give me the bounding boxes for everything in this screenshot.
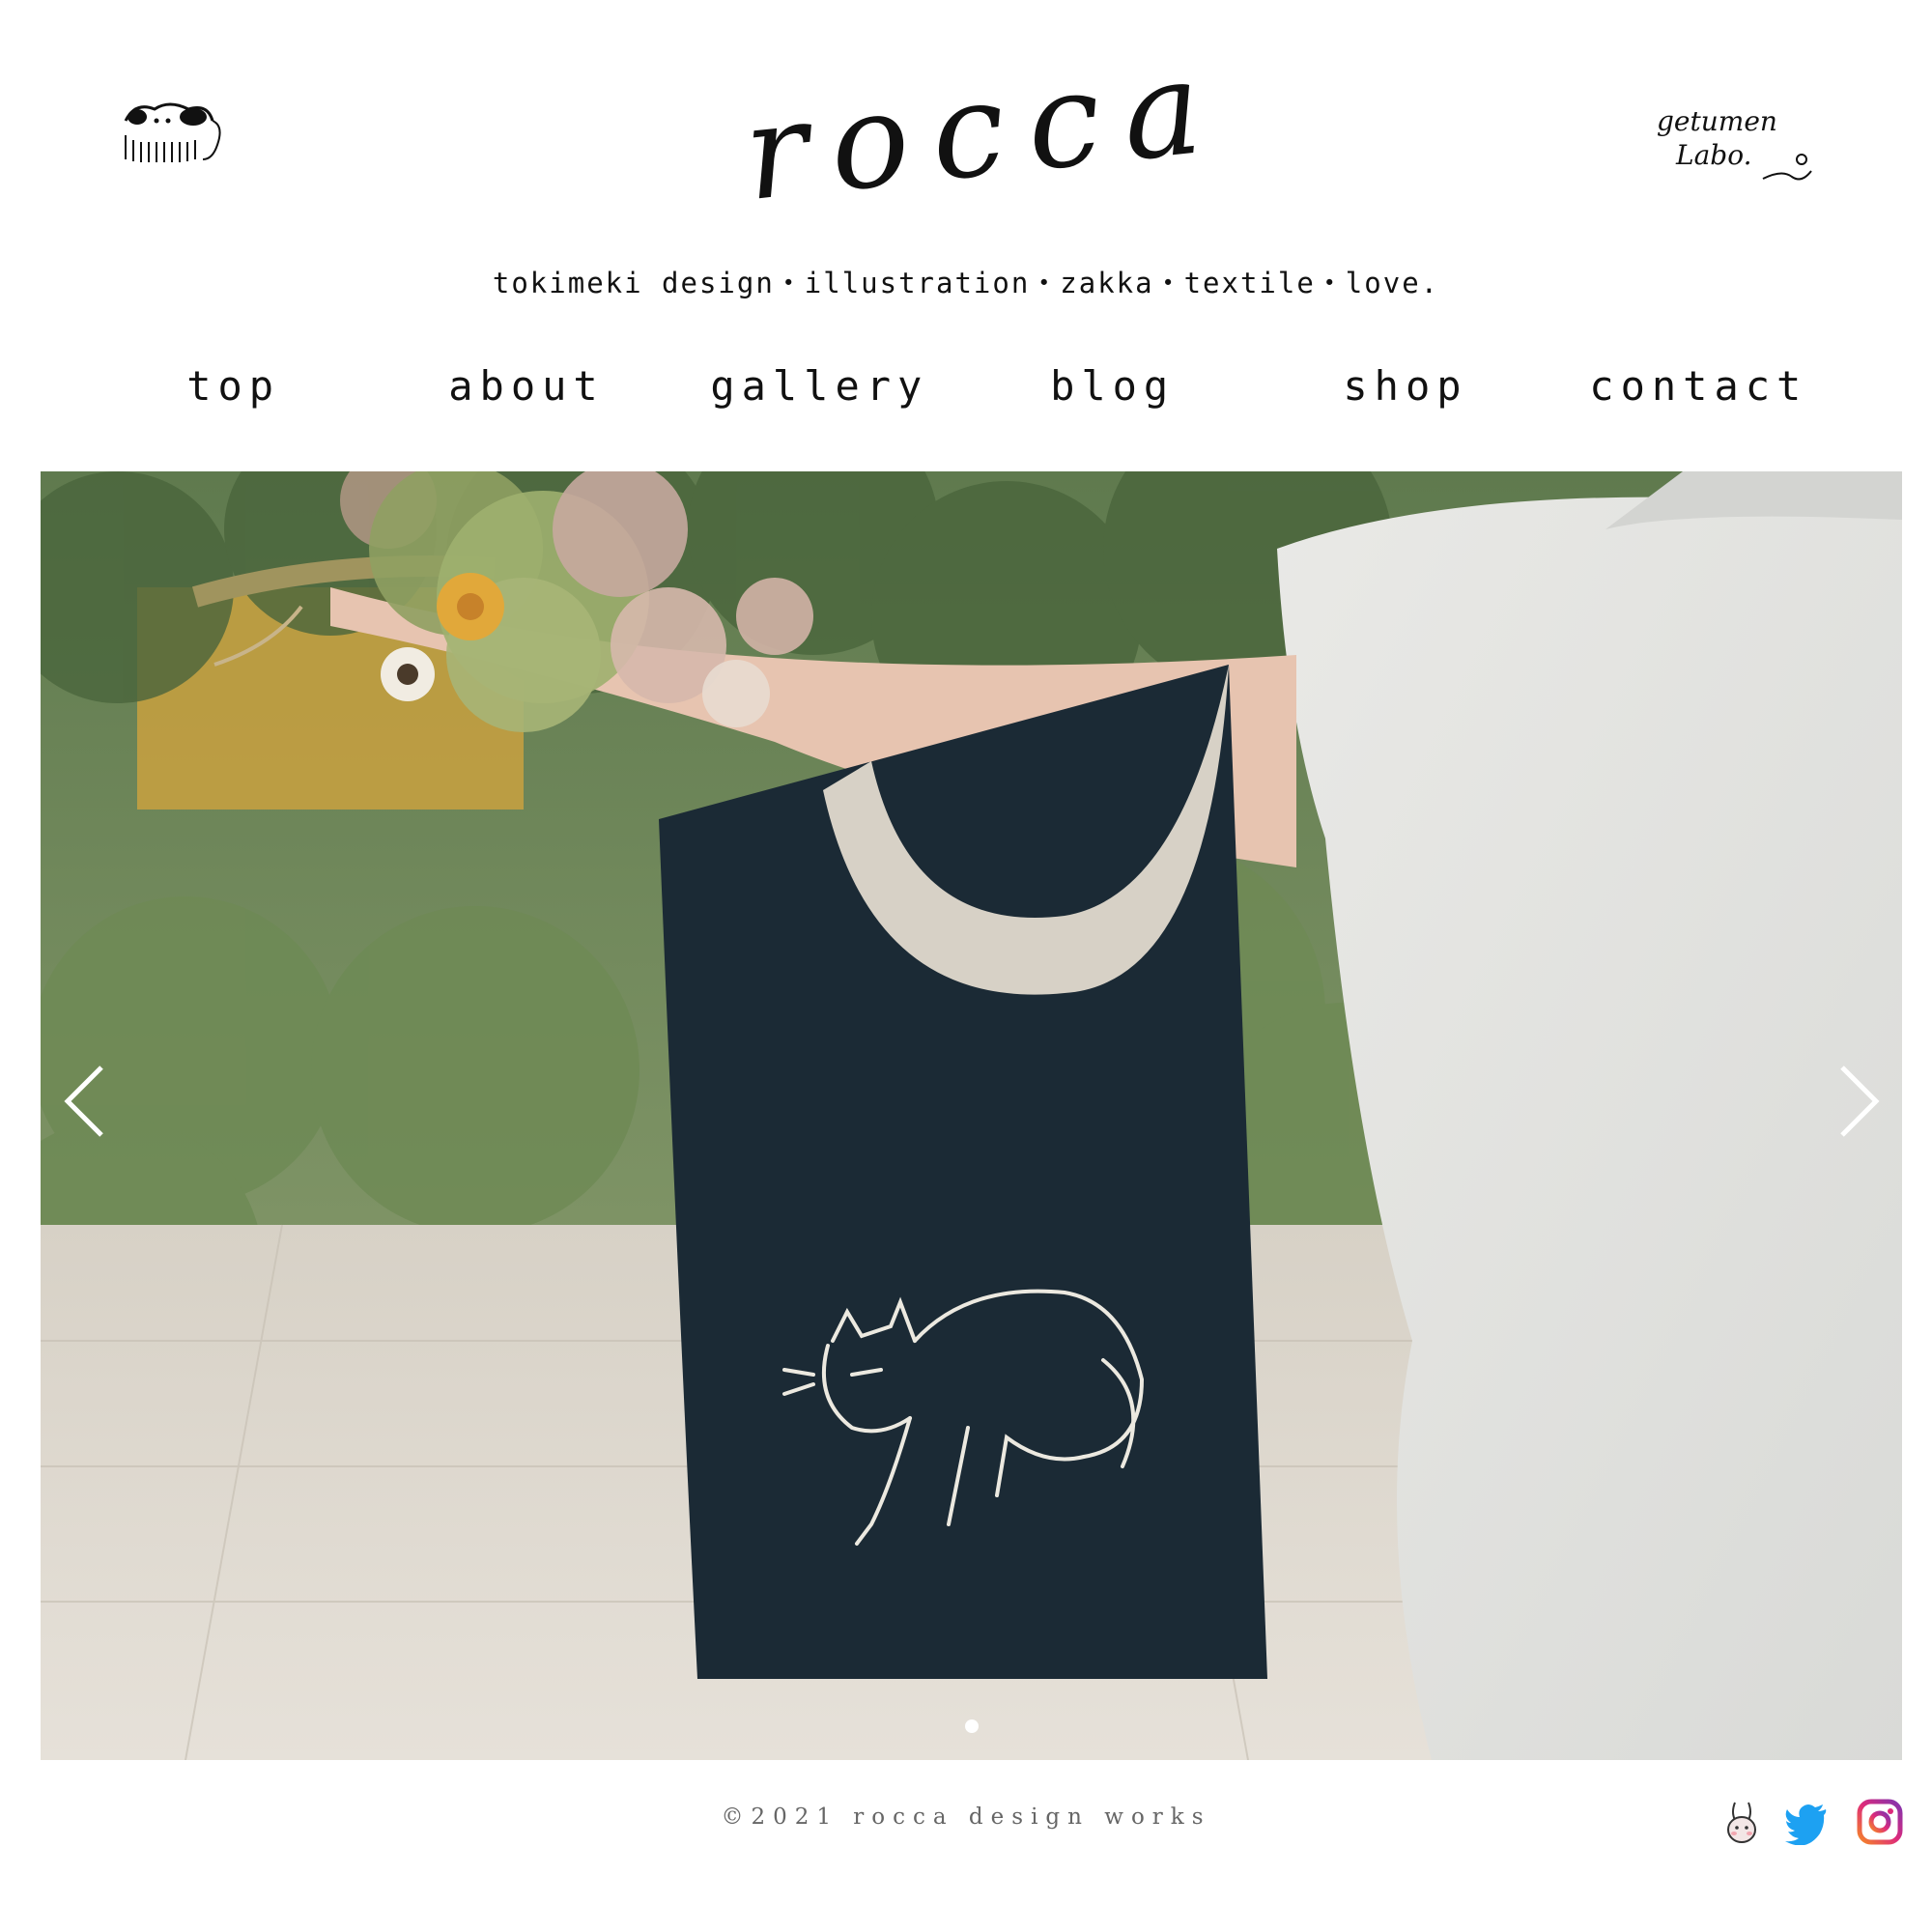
chevron-left-icon [64, 1065, 103, 1137]
dog-logo-icon[interactable] [116, 92, 232, 179]
site-tagline: tokimeki design・illustration・zakka・texti… [492, 267, 1440, 299]
right-logo-text-1: getumen [1657, 105, 1777, 137]
nav-item-contact[interactable]: contact [1552, 348, 1845, 425]
hero-photo [41, 471, 1902, 1760]
chevron-right-icon [1840, 1065, 1880, 1137]
getumen-labo-logo-icon[interactable]: getumen Labo. [1647, 92, 1821, 198]
slider-prev-button[interactable] [58, 1063, 116, 1140]
hero-slider[interactable] [41, 471, 1902, 1760]
slider-dot-1[interactable] [964, 1719, 979, 1733]
slider-dots [41, 1719, 1902, 1733]
copyright-text: ©2021 rocca design works [721, 1804, 1211, 1830]
instagram-icon[interactable] [1857, 1799, 1903, 1845]
nav-item-blog[interactable]: blog [966, 348, 1259, 425]
main-nav: top about gallery blog shop contact [87, 348, 1845, 425]
nav-item-gallery[interactable]: gallery [673, 348, 966, 425]
nav-item-top[interactable]: top [87, 348, 380, 425]
twitter-icon[interactable] [1783, 1799, 1830, 1846]
right-logo-text-2: Labo. [1675, 139, 1751, 171]
site-title[interactable]: rocca [737, 29, 1231, 232]
nav-item-shop[interactable]: shop [1259, 348, 1551, 425]
slider-next-button[interactable] [1828, 1063, 1886, 1140]
rabbit-icon[interactable] [1719, 1799, 1766, 1845]
nav-item-about[interactable]: about [380, 348, 672, 425]
